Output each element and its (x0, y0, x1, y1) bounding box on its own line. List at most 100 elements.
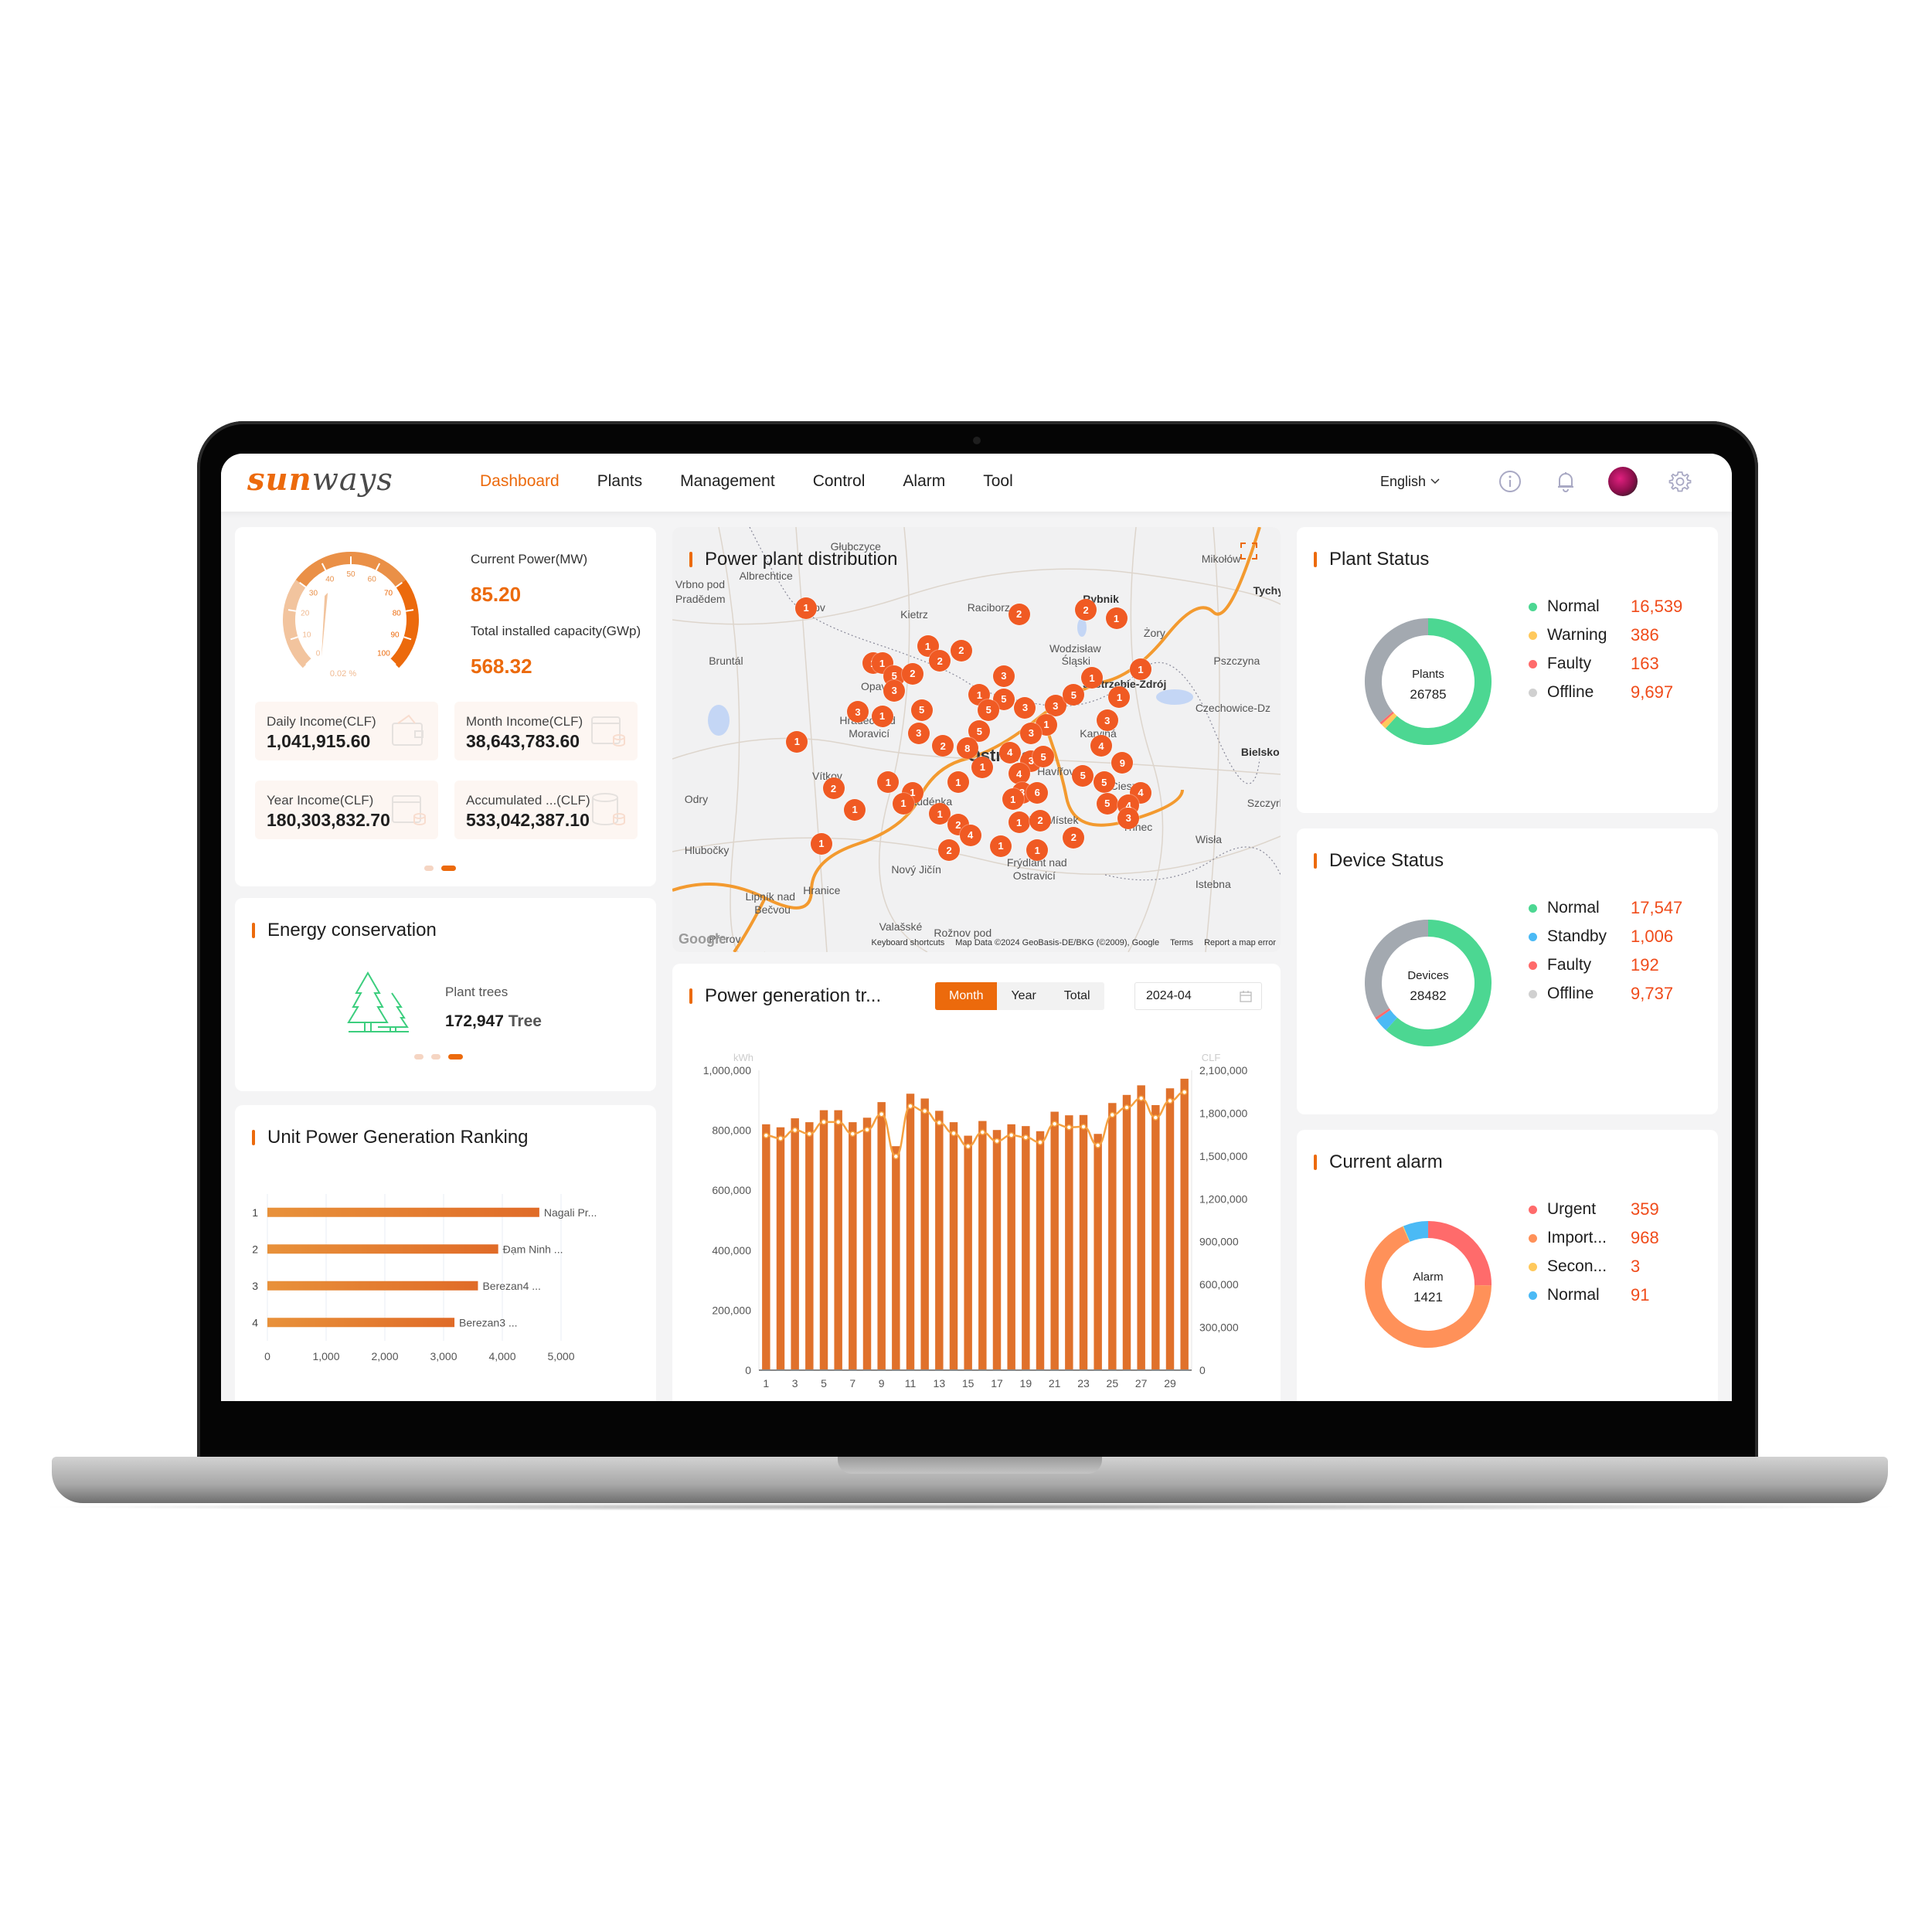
map-cluster-marker[interactable]: 1 (871, 705, 893, 727)
brand-logo[interactable]: sunways (247, 461, 393, 498)
income-point[interactable] (936, 1120, 943, 1126)
map-cluster-marker[interactable]: 1 (989, 835, 1012, 857)
map-cluster-marker[interactable]: 8 (956, 737, 978, 759)
trend-bar[interactable] (1079, 1114, 1088, 1370)
map-cluster-marker[interactable]: 5 (978, 699, 1000, 721)
map-cluster-marker[interactable]: 1 (971, 756, 994, 778)
income-point[interactable] (994, 1138, 1000, 1145)
avatar[interactable] (1608, 467, 1638, 496)
trend-bar[interactable] (819, 1110, 828, 1370)
trend-bar[interactable] (949, 1122, 958, 1370)
map-cluster-marker[interactable]: 5 (1072, 764, 1094, 787)
income-point[interactable] (835, 1119, 842, 1125)
income-point[interactable] (893, 1153, 900, 1160)
income-point[interactable] (777, 1135, 784, 1141)
map-cluster-marker[interactable]: 4 (959, 824, 981, 846)
income-point[interactable] (1080, 1124, 1087, 1130)
trend-bar[interactable] (1022, 1126, 1030, 1370)
legend-item[interactable]: Secon... 3 (1529, 1257, 1640, 1277)
donut-segment-standby[interactable] (1376, 1009, 1398, 1031)
map-cluster-marker[interactable]: 1 (1105, 607, 1128, 630)
map-cluster-marker[interactable]: 5 (1093, 771, 1115, 793)
income-point[interactable] (1037, 1139, 1043, 1145)
income-point[interactable] (1022, 1134, 1029, 1141)
income-point[interactable] (791, 1127, 798, 1134)
trend-bar[interactable] (791, 1118, 799, 1370)
map-cluster-marker[interactable]: 2 (1029, 809, 1052, 832)
map-cluster-marker[interactable]: 3 (1096, 709, 1118, 732)
map-cluster-marker[interactable]: 1 (810, 832, 832, 855)
carousel-dot-active[interactable] (441, 866, 456, 871)
nav-management[interactable]: Management (680, 472, 775, 491)
tab-month[interactable]: Month (935, 982, 998, 1010)
income-point[interactable] (1152, 1114, 1159, 1121)
trend-bar[interactable] (906, 1094, 915, 1370)
legend-item[interactable]: Offline 9,737 (1529, 984, 1673, 1004)
nav-control[interactable]: Control (813, 472, 866, 491)
report-map-error-link[interactable]: Report a map error (1204, 938, 1276, 947)
trend-bar[interactable] (1180, 1078, 1189, 1370)
map-cluster-marker[interactable]: 3 (907, 722, 930, 744)
legend-item[interactable]: Normal 17,547 (1529, 898, 1682, 918)
ranking-bar[interactable] (267, 1244, 498, 1254)
trend-bar[interactable] (862, 1117, 872, 1370)
nav-tool[interactable]: Tool (983, 472, 1013, 491)
income-point[interactable] (1066, 1124, 1073, 1131)
map-cluster-marker[interactable]: 3 (1117, 807, 1140, 829)
month-picker[interactable]: 2024-04 (1134, 982, 1262, 1010)
income-point[interactable] (921, 1107, 928, 1114)
legend-item[interactable]: Offline 9,697 (1529, 682, 1673, 702)
income-point[interactable] (878, 1111, 885, 1117)
trend-bar[interactable] (978, 1121, 987, 1370)
trend-bar[interactable] (992, 1130, 1002, 1370)
income-point[interactable] (806, 1131, 813, 1137)
map-cluster-marker[interactable]: 2 (901, 662, 923, 685)
map-cluster-marker[interactable]: 1 (795, 597, 818, 619)
income-point[interactable] (907, 1103, 913, 1110)
carousel-dot[interactable] (414, 1054, 423, 1060)
trend-bar[interactable] (762, 1124, 770, 1370)
trend-bar[interactable] (877, 1102, 886, 1370)
ranking-bar[interactable] (267, 1281, 478, 1291)
map-cluster-marker[interactable]: 2 (938, 839, 961, 861)
legend-item[interactable]: Faulty 192 (1529, 955, 1659, 975)
trend-bar[interactable] (776, 1127, 785, 1370)
legend-item[interactable]: Standby 1,006 (1529, 927, 1673, 947)
map-cluster-marker[interactable]: 1 (1026, 839, 1049, 861)
income-point[interactable] (1124, 1104, 1130, 1111)
notifications-button[interactable] (1553, 468, 1579, 495)
income-point[interactable] (849, 1131, 856, 1137)
income-point[interactable] (1138, 1095, 1145, 1101)
map-cluster-marker[interactable]: 3 (1020, 722, 1043, 744)
donut-segment-warning[interactable] (1381, 713, 1397, 729)
map-cluster-marker[interactable]: 5 (910, 699, 933, 721)
income-point[interactable] (979, 1129, 986, 1135)
nav-alarm[interactable]: Alarm (903, 472, 945, 491)
income-point[interactable] (864, 1127, 870, 1133)
trend-bar[interactable] (964, 1135, 972, 1370)
map-cluster-marker[interactable]: 1 (1002, 788, 1024, 810)
nav-plants[interactable]: Plants (597, 472, 642, 491)
map-cluster-marker[interactable]: 3 (883, 679, 906, 702)
ranking-bar[interactable] (267, 1318, 455, 1328)
map-cluster-marker[interactable]: 1 (786, 730, 808, 753)
map-cluster-marker[interactable]: 2 (1063, 826, 1085, 849)
donut-segment-normal[interactable] (1403, 1221, 1429, 1242)
map-cluster-marker[interactable]: 5 (1096, 792, 1118, 815)
map-cluster-marker[interactable]: 2 (822, 777, 845, 800)
trend-bar[interactable] (1007, 1124, 1015, 1370)
legend-item[interactable]: Warning 386 (1529, 625, 1659, 645)
map-cluster-marker[interactable]: 1 (1008, 811, 1030, 834)
map-cluster-marker[interactable]: 4 (998, 741, 1021, 764)
trend-bar[interactable] (834, 1110, 842, 1370)
trend-bar[interactable] (1108, 1103, 1117, 1370)
tab-year[interactable]: Year (997, 982, 1049, 1010)
trend-bar[interactable] (892, 1146, 900, 1370)
map-cluster-marker[interactable]: 4 (1090, 735, 1112, 757)
map-cluster-marker[interactable]: 2 (1008, 603, 1030, 625)
map-fullscreen-button[interactable] (1240, 543, 1257, 560)
language-select[interactable]: English (1380, 474, 1440, 490)
trend-bar[interactable] (805, 1122, 814, 1370)
legend-item[interactable]: Normal 16,539 (1529, 597, 1682, 617)
carousel-dot-active[interactable] (448, 1054, 463, 1060)
